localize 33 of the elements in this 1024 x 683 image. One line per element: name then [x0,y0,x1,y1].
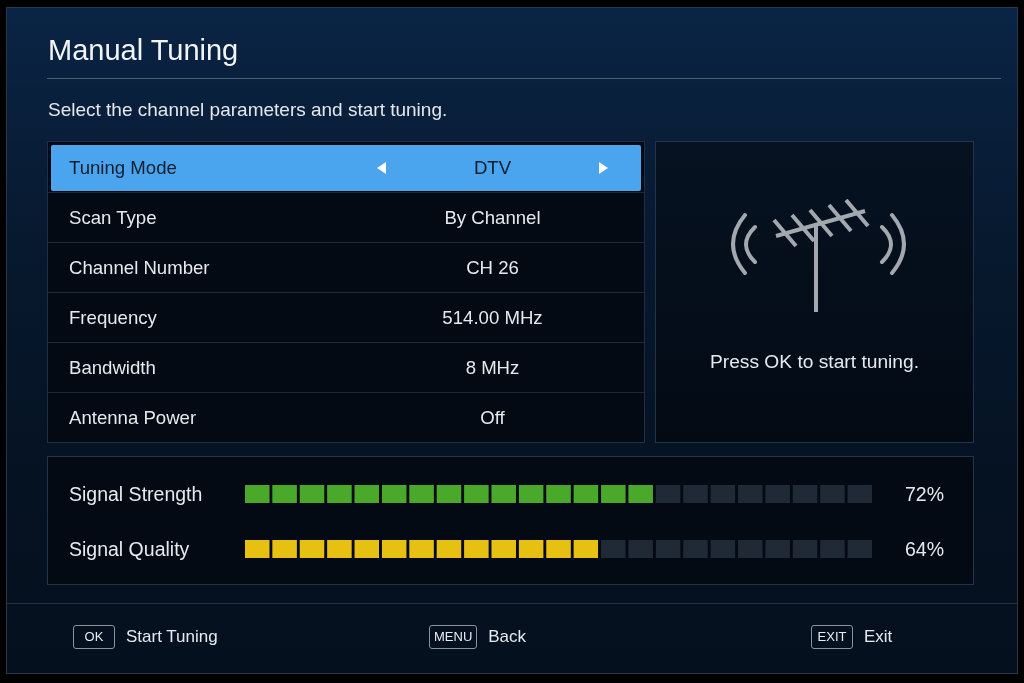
key-action-label: Exit [864,627,893,647]
info-message: Press OK to start tuning. [710,351,919,373]
setting-label: Bandwidth [69,356,156,379]
setting-row[interactable]: Channel Number CH 26 [48,242,644,292]
setting-value: DTV [472,157,513,179]
setting-value: Off [479,406,506,429]
setting-row[interactable]: Antenna Power Off [48,392,644,442]
remote-key-label: EXIT [811,625,853,649]
setting-row[interactable]: Bandwidth 8 MHz [48,342,644,392]
key-action-label: Back [488,627,527,647]
setting-value: CH 26 [465,256,520,279]
setting-row[interactable]: Frequency 514.00 MHz [48,292,644,342]
left-arrow-icon [377,162,386,174]
setting-row[interactable]: Tuning Mode DTV [51,145,641,191]
signal-reading: 64% [904,537,944,561]
signal-reading: 72% [904,482,944,506]
setting-label: Antenna Power [69,406,197,429]
setting-row[interactable]: Scan Type By Channel [48,192,644,242]
setting-value: 8 MHz [464,356,521,379]
setting-label: Channel Number [69,256,210,279]
key-action-label: Start Tuning [126,627,218,647]
signal-label: Signal Quality [69,537,190,561]
signal-label: Signal Strength [69,482,203,506]
remote-key-label: MENU [429,625,478,649]
window-title: Manual Tuning [48,33,239,67]
instruction-text: Select the channel parameters and start tuning. [48,99,448,121]
setting-label: Scan Type [69,206,157,229]
setting-value: 514.00 MHz [441,306,544,329]
setting-value: By Channel [443,206,542,229]
setting-label: Tuning Mode [69,157,177,179]
setting-label: Frequency [69,306,157,329]
remote-key-label: OK [73,625,115,649]
right-arrow-icon [599,162,608,174]
